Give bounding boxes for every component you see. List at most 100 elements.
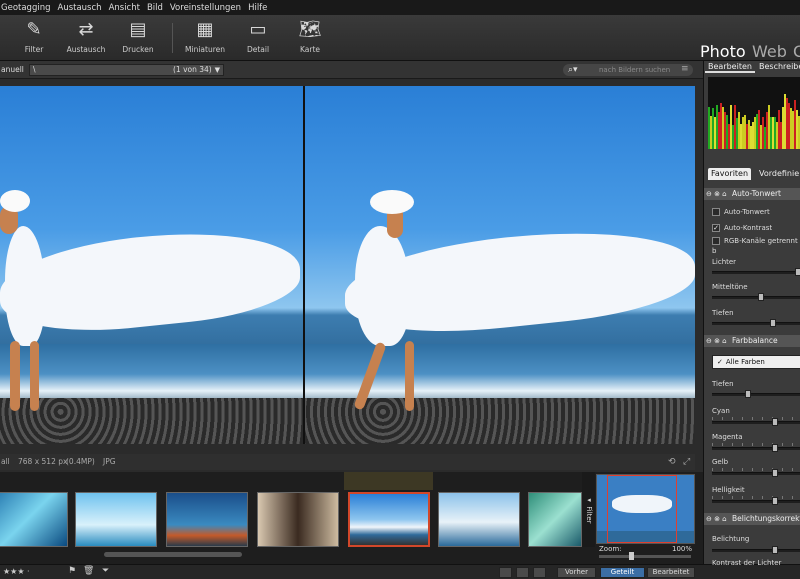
print-button[interactable]: ▤ Drucken [115,19,161,54]
thumbnail-2[interactable] [75,492,157,547]
slider-tiefen[interactable] [712,319,800,327]
image-format: JPG [103,457,116,466]
slider-label-belichtung: Belichtung [712,535,750,543]
before-button[interactable]: Vorher [557,567,596,578]
info-left: all [1,457,10,466]
slider-ticks [712,417,800,420]
thumbnails-label: Miniaturen [185,45,225,54]
option-auto-tonwert[interactable]: Auto-Tonwert [712,207,770,217]
dress-body [5,226,45,346]
chevron-down-icon[interactable]: ▼ [215,65,220,75]
split-view-icon[interactable] [533,567,546,578]
zoom-control: Zoom: 100% [596,545,695,561]
thumbnail-4[interactable] [257,492,339,547]
zoom-label: Zoom: [599,545,622,553]
search-input[interactable]: ⌕▾ nach Bildern suchen [563,64,693,76]
thumbnail-3[interactable] [166,492,248,547]
slider-magenta[interactable] [712,444,800,452]
navigator-viewport[interactable] [607,475,677,543]
exchange-button[interactable]: ⇄ Austausch [63,19,109,54]
section-belichtung[interactable]: ⊖ ⊗ ⌂ Belichtungskorrektu [704,513,800,525]
slider-lichter[interactable] [712,268,800,276]
tab-photo[interactable]: Photo [700,42,746,61]
split-button[interactable]: Geteilt [600,567,645,578]
menu-bild[interactable]: Bild [147,3,170,13]
checkbox[interactable] [712,237,720,245]
menu-ansicht[interactable]: Ansicht [109,3,147,13]
tab-favoriten[interactable]: Favoriten [708,168,752,180]
section-toggle-icon: ⊖ ⊗ ⌂ [706,515,727,523]
wide-view-icon[interactable] [516,567,529,578]
menu-hilfe[interactable]: Hilfe [248,3,274,13]
thumbnail-7[interactable] [528,492,582,547]
slider-knob[interactable] [758,293,764,301]
check-icon: ✓ [717,358,723,366]
detail-button[interactable]: ▭ Detail [235,19,281,54]
option-auto-kontrast[interactable]: ✓ Auto-Kontrast [712,223,772,233]
split-preview[interactable] [0,86,695,444]
filter-panel-tab[interactable]: ◂ Filter [582,472,595,547]
slider-knob[interactable] [795,268,800,276]
filter-icon[interactable]: ⏷ [102,566,109,576]
slider-mitteltoene[interactable] [712,293,800,301]
rotate-icon[interactable]: ⟲ [668,454,676,470]
map-label: Karte [299,45,321,54]
section-farbbalance[interactable]: ⊖ ⊗ ⌂ Farbbalance [704,335,800,347]
checkbox-checked[interactable]: ✓ [712,224,720,232]
map-button[interactable]: 🗺 Karte [287,19,333,54]
color-range-select[interactable]: ✓ Alle Farben [712,355,800,369]
tab-web[interactable]: Web [752,42,787,61]
menu-icon[interactable]: ≡ [681,64,689,74]
detail-label: Detail [246,45,270,54]
color-range-value: Alle Farben [725,358,765,366]
flag-icon[interactable]: ⚑ [68,566,76,576]
histogram [708,77,800,149]
image-counter: (1 von 34) [173,65,212,74]
tab-vordefiniert[interactable]: Vordefinie [756,168,800,180]
thumbnails-button[interactable]: ▦ Miniaturen [182,19,228,54]
tab-beschreibe[interactable]: Beschreibe [756,61,800,73]
thumbnail-5-selected[interactable] [348,492,430,547]
zoom-slider[interactable] [599,552,691,560]
tab-bearbeiten[interactable]: Bearbeiten [705,61,755,73]
single-view-icon[interactable] [499,567,512,578]
path-field[interactable]: \ (1 von 34) ▼ [29,64,224,76]
slider-knob[interactable] [745,390,751,398]
edited-button[interactable]: Bearbeitet [647,567,695,578]
slider-knob[interactable] [772,546,778,554]
tab-next[interactable]: C [793,42,800,61]
slider-helligkeit[interactable] [712,497,800,505]
filmstrip-scrollbar[interactable] [104,552,242,557]
slider-knob[interactable] [772,418,778,426]
status-bar: ★★★ · ⚑ 🗑 ⏷ Vorher Geteilt Bearbeitet [0,564,800,579]
slider-balance-tiefen[interactable] [712,390,800,398]
sea [0,344,303,404]
menu-voreinstellungen[interactable]: Voreinstellungen [170,3,248,13]
thumbnail-6[interactable] [438,492,520,547]
slider-knob[interactable] [770,319,776,327]
option-rgb-getrennt[interactable]: RGB-Kanäle getrennt b [712,236,800,256]
slider-knob[interactable] [772,444,778,452]
section-toggle-icon: ⊖ ⊗ ⌂ [706,190,727,198]
menu-austausch[interactable]: Austausch [58,3,109,13]
preview-before [0,86,303,444]
filter-arrow-icon: ◂ [585,495,593,504]
fit-icon[interactable]: ⤢ [683,454,690,470]
navigator-preview[interactable] [596,474,695,544]
detail-icon: ▭ [249,19,267,40]
menu-geotagging[interactable]: Geotagging [0,3,58,13]
checkbox[interactable] [712,208,720,216]
rating-stars[interactable]: ★★★ · [3,567,30,576]
map-icon: 🗺 [298,19,322,40]
trash-icon[interactable]: 🗑 [83,566,94,576]
slider-knob[interactable] [772,497,778,505]
slider-gelb[interactable] [712,469,800,477]
slider-cyan[interactable] [712,418,800,426]
zoom-knob[interactable] [629,552,634,560]
slider-belichtung[interactable] [712,546,800,554]
filter-button[interactable]: ✎ Filter [11,19,57,54]
slider-label-gelb: Gelb [712,458,729,466]
slider-knob[interactable] [772,469,778,477]
thumbnail-1[interactable] [0,492,68,547]
section-auto-tonwert[interactable]: ⊖ ⊗ ⌂ Auto-Tonwert [704,188,800,200]
